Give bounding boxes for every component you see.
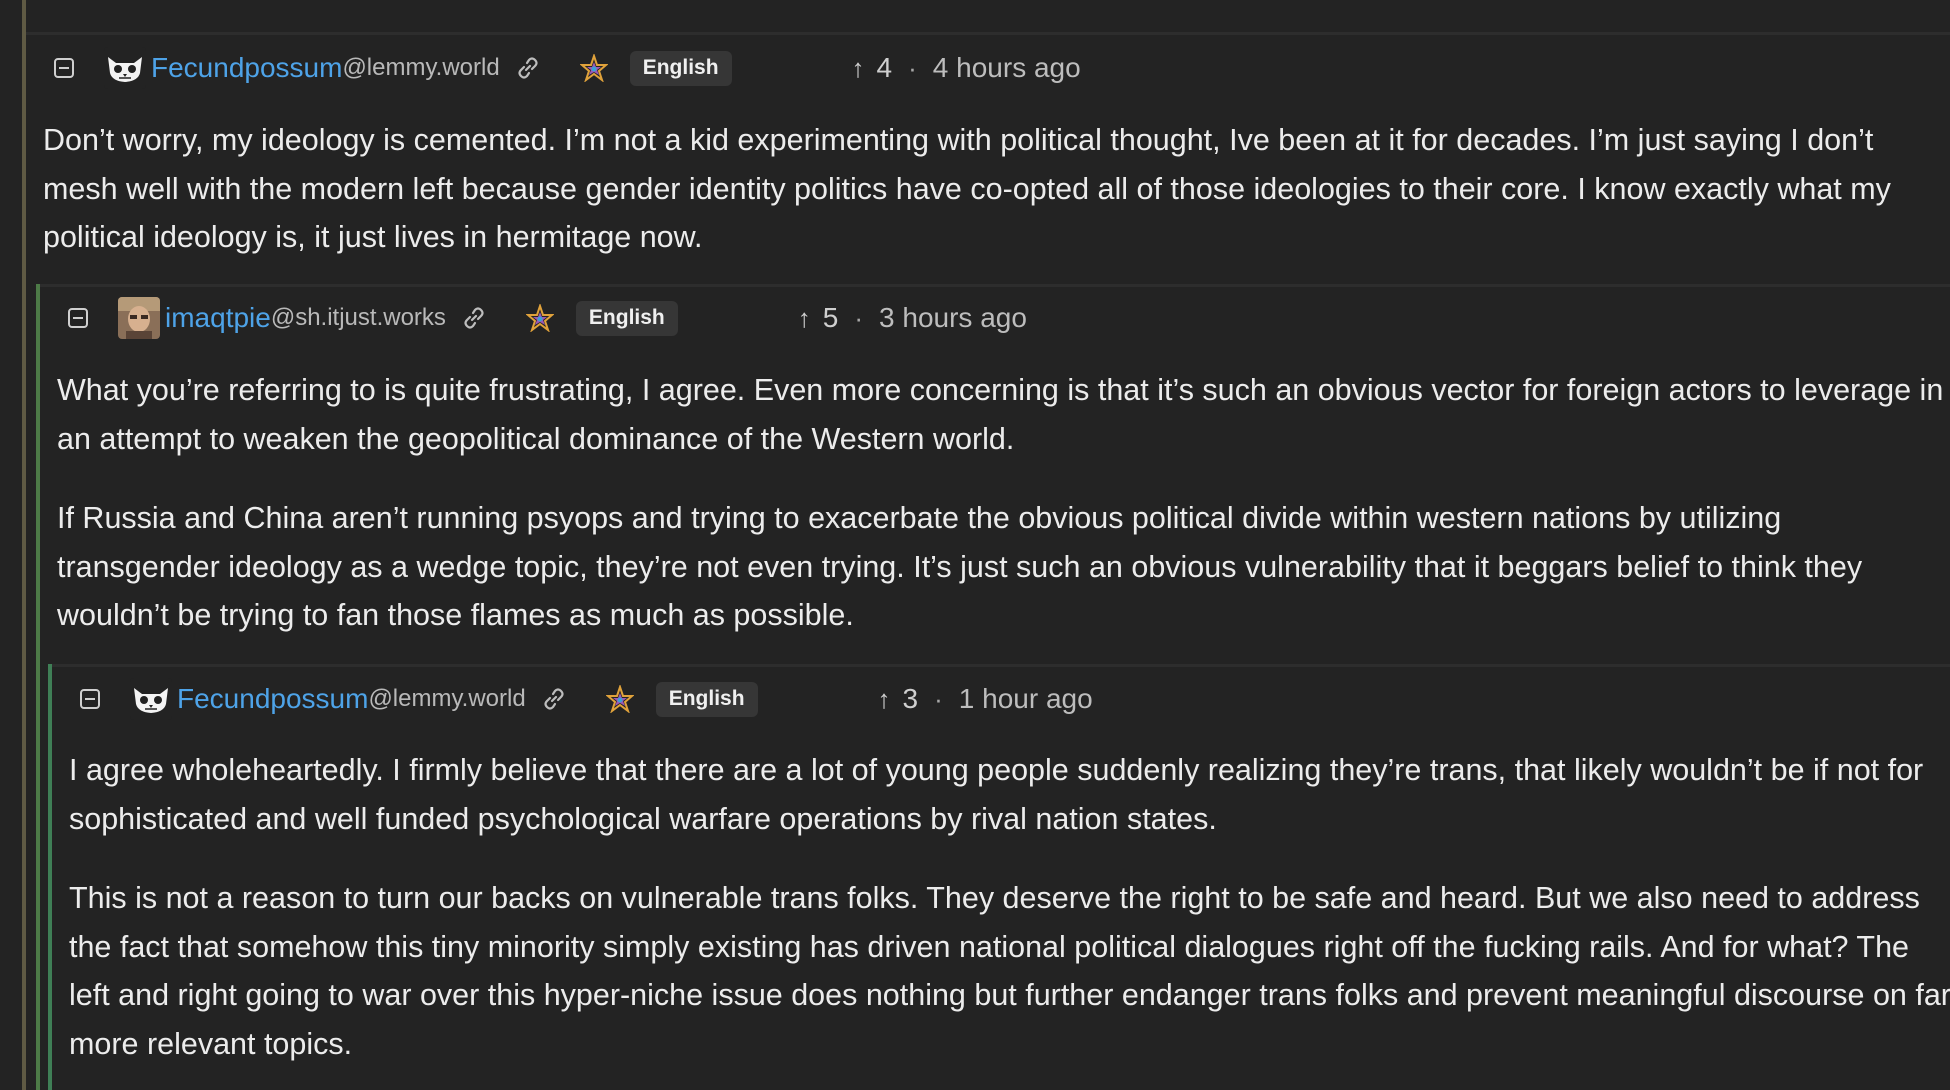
skull-cat-icon	[130, 678, 172, 720]
separator	[52, 664, 1950, 667]
language-badge: English	[629, 50, 732, 86]
user-instance: @lemmy.world	[368, 685, 526, 712]
comment-body: Don’t worry, my ideology is cemented. I’…	[43, 116, 1948, 262]
avatar[interactable]	[118, 297, 160, 339]
language-badge: English	[655, 681, 758, 717]
photo-avatar-icon	[118, 297, 160, 339]
collapse-button[interactable]	[80, 689, 100, 709]
upvote-button[interactable]: ↑ 5	[798, 302, 839, 334]
timestamp[interactable]: 4 hours ago	[933, 52, 1081, 84]
comment-header: Fecundpossum @lemmy.world	[54, 45, 1081, 91]
comment-paragraph: I agree wholeheartedly. I firmly believe…	[69, 753, 1924, 836]
fediverse-icon[interactable]	[578, 52, 610, 84]
avatar[interactable]	[130, 678, 172, 720]
up-arrow-icon: ↑	[797, 302, 811, 333]
skull-cat-icon	[104, 47, 146, 89]
fediverse-icon[interactable]	[604, 683, 636, 715]
score: 5	[822, 302, 839, 333]
comment-page: Fecundpossum @lemmy.world English ↑ 4 · …	[0, 0, 1950, 1090]
link-icon[interactable]	[512, 52, 544, 84]
upvote-button[interactable]: ↑ 4	[852, 52, 893, 84]
comment-body: I agree wholeheartedly. I firmly believe…	[69, 746, 1950, 1068]
comment-paragraph: What you’re referring to is quite frustr…	[57, 373, 1944, 456]
score: 4	[876, 52, 893, 83]
score: 3	[902, 683, 919, 714]
collapse-button[interactable]	[54, 58, 74, 78]
comment: imaqtpie @sh.itjust.works English ↑ 5 · …	[36, 284, 1950, 1090]
comment-paragraph: If Russia and China aren’t running psyop…	[57, 501, 1863, 632]
username-link[interactable]: Fecundpossum	[177, 683, 368, 715]
up-arrow-icon: ↑	[877, 683, 891, 714]
username-link[interactable]: Fecundpossum	[151, 52, 342, 84]
comment-paragraph: Don’t worry, my ideology is cemented. I’…	[43, 123, 1891, 254]
separator	[40, 284, 1950, 287]
user-instance: @lemmy.world	[342, 54, 500, 81]
timestamp[interactable]: 3 hours ago	[879, 302, 1027, 334]
separator-dot: ·	[934, 683, 943, 714]
language-badge: English	[575, 300, 678, 336]
username-link[interactable]: imaqtpie	[165, 302, 271, 334]
link-icon[interactable]	[538, 683, 570, 715]
upvote-button[interactable]: ↑ 3	[878, 683, 919, 715]
avatar[interactable]	[104, 47, 146, 89]
fediverse-icon[interactable]	[524, 302, 556, 334]
user-instance: @sh.itjust.works	[270, 304, 446, 331]
up-arrow-icon: ↑	[851, 52, 865, 83]
comment-paragraph: This is not a reason to turn our backs o…	[69, 881, 1950, 1061]
comment-header: Fecundpossum @lemmy.world	[80, 676, 1093, 722]
comment-header: imaqtpie @sh.itjust.works English ↑ 5 · …	[68, 295, 1027, 341]
comment-thread: Fecundpossum @lemmy.world English ↑ 4 · …	[22, 0, 1950, 1090]
separator-dot: ·	[854, 302, 864, 333]
comment: Fecundpossum @lemmy.world	[26, 35, 1950, 1090]
timestamp[interactable]: 1 hour ago	[959, 683, 1093, 715]
comment-body: What you’re referring to is quite frustr…	[57, 366, 1950, 640]
separator-dot: ·	[908, 52, 917, 83]
link-icon[interactable]	[458, 302, 490, 334]
comment: Fecundpossum @lemmy.world	[48, 664, 1950, 1090]
collapse-button[interactable]	[68, 308, 88, 328]
